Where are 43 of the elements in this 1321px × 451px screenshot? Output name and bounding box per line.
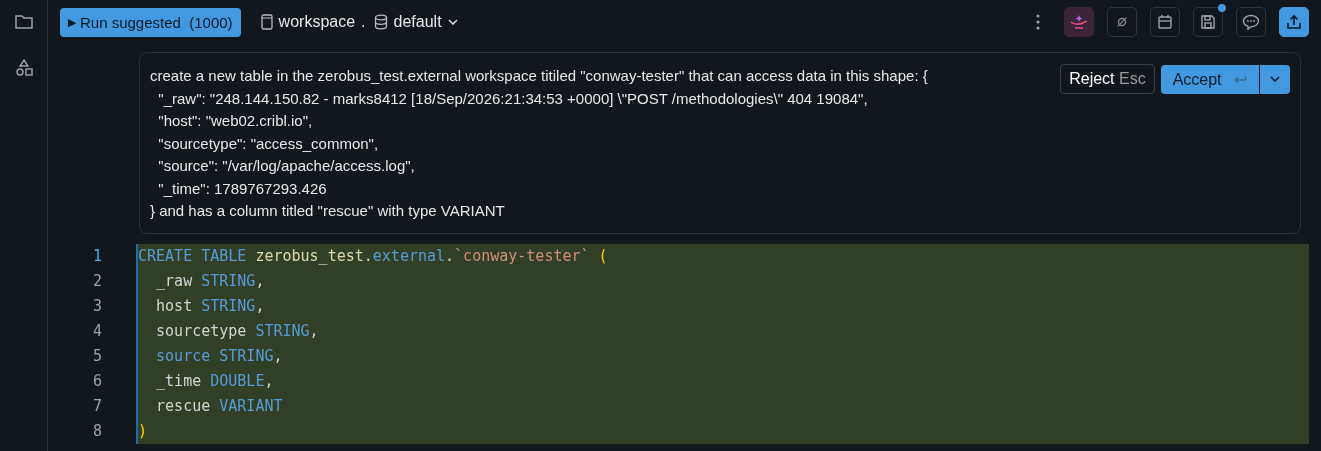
line-number: 6 bbox=[91, 370, 103, 392]
line-number: 2 bbox=[91, 270, 103, 292]
shapes-icon[interactable] bbox=[13, 58, 34, 78]
more-icon[interactable] bbox=[1036, 14, 1040, 30]
line-number: 4 bbox=[91, 320, 103, 342]
code-line: host STRING, bbox=[155, 295, 266, 317]
line-number: 5 bbox=[91, 345, 103, 367]
comments-button[interactable] bbox=[1236, 7, 1266, 37]
line-number: 1 bbox=[91, 245, 103, 267]
chevron-down-icon bbox=[1270, 76, 1280, 82]
hide-button[interactable] bbox=[1107, 7, 1137, 37]
catalog-icon bbox=[260, 14, 273, 30]
code-line: CREATE TABLE zerobus_test.external.`conway-tester` ( bbox=[138, 245, 609, 267]
eye-slash-icon bbox=[1115, 15, 1129, 29]
schedule-button[interactable] bbox=[1150, 7, 1180, 37]
line-number: 7 bbox=[91, 395, 103, 417]
save-icon bbox=[1200, 14, 1216, 30]
prompt-text: create a new table in the zerobus_test.external workspace titiled "conway-tester" that can access data in this shape: { "_raw": "248.144.150.82 - marks8412 [18/Sep/2026:21:34:53 +0000] \"POST /methodologies\" 404 19084", "host": "web02.cribl.io", "sourcetype": "access_common", "source": "/var/log/apache/access.log", "_time": 1789767293.426 } and has a column titled "rescue" with type VARIANT bbox=[150, 66, 928, 221]
run-suggested-button[interactable]: ▶ Run suggested (1000) bbox=[60, 7, 241, 37]
accept-button[interactable]: Accept ↩ bbox=[1160, 64, 1260, 94]
share-icon bbox=[1286, 14, 1302, 30]
reject-button[interactable]: Reject Esc bbox=[1060, 64, 1155, 94]
line-number: 3 bbox=[91, 295, 103, 317]
comment-icon bbox=[1242, 14, 1260, 30]
breadcrumb-separator: . bbox=[361, 13, 366, 31]
folder-icon[interactable] bbox=[13, 12, 34, 32]
code-line: ) bbox=[138, 420, 149, 442]
schema-name[interactable]: default bbox=[393, 13, 442, 31]
code-line: _time DOUBLE, bbox=[155, 370, 275, 392]
database-icon bbox=[373, 14, 388, 30]
assistant-button[interactable] bbox=[1064, 7, 1094, 37]
chevron-down-icon[interactable] bbox=[447, 19, 458, 25]
lamp-icon bbox=[1069, 14, 1089, 30]
share-button[interactable] bbox=[1279, 7, 1309, 37]
calendar-icon bbox=[1157, 14, 1173, 30]
code-line: sourcetype STRING, bbox=[155, 320, 320, 342]
code-line: rescue VARIANT bbox=[155, 395, 284, 417]
code-line: source STRING, bbox=[155, 345, 284, 367]
line-number: 8 bbox=[91, 420, 103, 442]
code-line: _raw STRING, bbox=[155, 270, 266, 292]
save-button[interactable] bbox=[1193, 7, 1223, 37]
catalog-name[interactable]: workspace bbox=[278, 13, 356, 31]
accept-menu-button[interactable] bbox=[1260, 64, 1290, 94]
